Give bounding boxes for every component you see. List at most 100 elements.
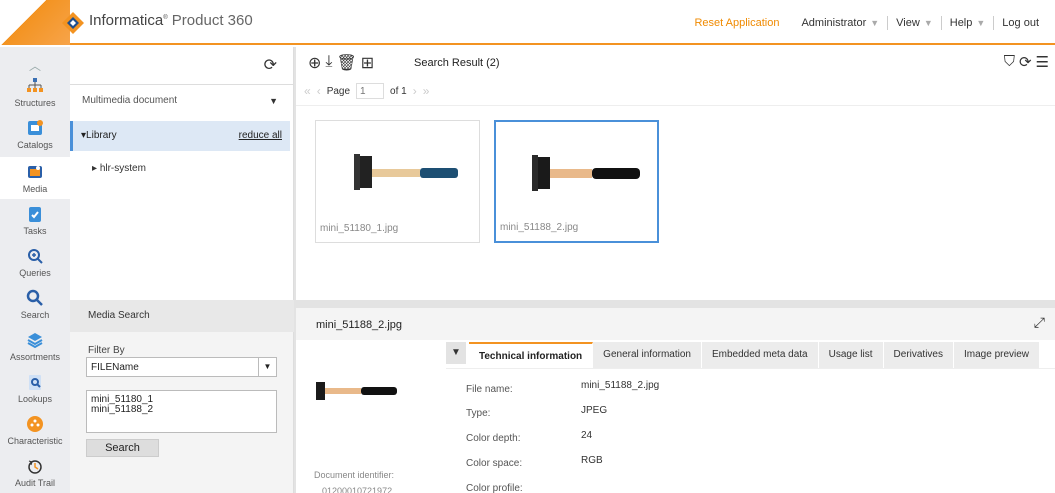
pager: « ‹ Page of 1 › » xyxy=(304,83,435,99)
nav-catalogs[interactable]: Catalogs xyxy=(0,119,70,150)
product-name: Product 360 xyxy=(171,12,253,29)
user-name: Administrator xyxy=(801,17,867,29)
nav-label: Audit Trail xyxy=(14,478,56,488)
prop-value: RGB xyxy=(581,455,603,466)
media-preview-image xyxy=(316,382,397,400)
nav-label: Queries xyxy=(19,268,51,278)
last-page-icon[interactable]: » xyxy=(423,84,430,98)
tab-usage-list[interactable]: Usage list xyxy=(818,342,884,368)
details-filename: mini_51188_2.jpg xyxy=(316,319,403,331)
nav-media[interactable]: Media xyxy=(0,157,70,199)
nav-search[interactable]: Search xyxy=(0,289,70,320)
tree-node-label: hlr-system xyxy=(99,163,146,174)
brand-name: Informatica xyxy=(89,12,164,29)
tree-structure-icon[interactable]: ⊞ xyxy=(361,53,374,73)
tab-image-preview[interactable]: Image preview xyxy=(954,342,1041,368)
nav-label: Catalogs xyxy=(17,140,53,150)
filter-value: FILEName xyxy=(91,362,139,373)
prop-value: 24 xyxy=(581,430,593,441)
characteristic-icon xyxy=(27,416,43,432)
refresh-icon[interactable]: ⟳ xyxy=(264,55,277,75)
scroll-up-icon[interactable]: ︿ xyxy=(0,57,70,74)
reduce-all-link[interactable]: reduce all xyxy=(239,130,282,141)
download-icon[interactable]: ⤓ xyxy=(325,53,332,73)
nav-assortments[interactable]: Assortments xyxy=(0,331,70,362)
chevron-down-icon: ▼ xyxy=(870,18,880,28)
tree-node-hlr-system[interactable]: ▸ hlr-system xyxy=(92,163,146,174)
top-nav: Reset Application Administrator ▼ View ▼ H… xyxy=(686,16,1047,30)
selector-value: Multimedia document xyxy=(82,95,178,106)
media-thumbnail-1[interactable]: mini_51180_1.jpg xyxy=(315,120,480,243)
nav-structures[interactable]: Structures xyxy=(0,77,70,108)
details-tabs: ▼ Technical information General informat… xyxy=(446,342,1041,368)
nav-label: Structures xyxy=(14,98,56,108)
search-icon xyxy=(26,289,43,306)
tab-technical-information[interactable]: Technical information xyxy=(469,342,594,368)
collapse-icon[interactable]: ▼ xyxy=(446,342,466,364)
tasks-icon xyxy=(29,207,41,222)
refresh-icon[interactable]: ⟳ xyxy=(1019,53,1032,71)
structures-icon xyxy=(27,78,43,92)
media-icon xyxy=(28,166,42,178)
nav-label: Search xyxy=(20,310,50,320)
next-page-icon[interactable]: › xyxy=(413,84,417,98)
media-search-title: Media Search xyxy=(70,300,294,332)
nav-queries[interactable]: Queries xyxy=(0,247,70,278)
lookups-icon xyxy=(29,375,41,390)
media-search-panel: Media Search Filter By FILEName ▼ mini_5… xyxy=(70,300,294,493)
audit-trail-icon xyxy=(28,460,42,474)
media-type-selector[interactable]: Multimedia document ▼ xyxy=(82,95,282,115)
expand-icon[interactable]: ⤢ xyxy=(1034,314,1045,331)
media-details-panel: mini_51188_2.jpg ⤢ ▼ Technical informati… xyxy=(296,308,1055,493)
prop-label: Type: xyxy=(466,408,491,419)
brand-title: Informatica® Product 360 xyxy=(89,12,253,29)
left-navigation: ︿ Structures Catalogs Media Tasks Querie… xyxy=(0,47,70,493)
media-thumbnail-2[interactable]: mini_51188_2.jpg xyxy=(494,120,659,243)
user-menu[interactable]: Administrator ▼ xyxy=(793,17,887,29)
page-label: Page xyxy=(326,85,351,97)
nav-label: Lookups xyxy=(17,394,53,404)
nav-characteristic[interactable]: Characteristic xyxy=(0,415,70,446)
media-filename: mini_51180_1.jpg xyxy=(320,223,399,234)
search-results-panel: ⊕ ⤓ 🗑 ⊞ Search Result (2) ⛉ ⟳ ☰ « ‹ Page… xyxy=(296,47,1055,300)
prop-label: Color space: xyxy=(466,458,523,469)
assortments-icon xyxy=(27,333,43,349)
prop-value: JPEG xyxy=(581,405,608,416)
view-menu[interactable]: View ▼ xyxy=(888,17,941,29)
filter-icon[interactable]: ⛉ xyxy=(1004,53,1015,71)
prop-label: Color depth: xyxy=(466,433,521,444)
queries-icon xyxy=(28,249,43,264)
tab-derivatives[interactable]: Derivatives xyxy=(883,342,954,368)
add-icon[interactable]: ⊕ xyxy=(308,53,321,73)
first-page-icon[interactable]: « xyxy=(304,84,311,98)
help-label: Help xyxy=(949,17,973,29)
divider xyxy=(446,368,1055,369)
tree-node-library[interactable]: ▾Library reduce all xyxy=(70,121,290,151)
search-terms-input[interactable]: mini_51180_1 mini_51188_2 xyxy=(86,390,277,433)
tab-embedded-meta-data[interactable]: Embedded meta data xyxy=(702,342,819,368)
media-filename: mini_51188_2.jpg xyxy=(500,222,579,233)
details-header: mini_51188_2.jpg ⤢ xyxy=(296,308,1055,340)
logout-link[interactable]: Log out xyxy=(994,17,1047,29)
filter-by-select[interactable]: FILEName ▼ xyxy=(86,357,277,377)
reset-application-link[interactable]: Reset Application xyxy=(686,17,787,29)
nav-audit-trail[interactable]: Audit Trail xyxy=(0,457,70,488)
document-identifier-value: 01200010721972 xyxy=(322,486,393,493)
page-input[interactable] xyxy=(356,83,385,99)
prev-page-icon[interactable]: ‹ xyxy=(317,84,321,98)
chevron-down-icon: ▼ xyxy=(269,96,278,106)
view-label: View xyxy=(896,17,920,29)
search-button[interactable]: Search xyxy=(86,439,159,457)
delete-icon[interactable]: 🗑 xyxy=(336,53,356,73)
results-toolbar: ⊕ ⤓ 🗑 ⊞ xyxy=(308,53,374,73)
filter-by-label: Filter By xyxy=(88,345,125,356)
tree-toolbar xyxy=(70,47,294,85)
horizontal-splitter[interactable] xyxy=(296,300,1055,308)
tab-general-information[interactable]: General information xyxy=(593,342,702,368)
prop-label: File name: xyxy=(466,384,513,395)
nav-tasks[interactable]: Tasks xyxy=(0,205,70,236)
help-menu[interactable]: Help ▼ xyxy=(942,17,994,29)
nav-lookups[interactable]: Lookups xyxy=(0,373,70,404)
divider xyxy=(296,105,1055,106)
list-view-icon[interactable]: ☰ xyxy=(1036,53,1049,71)
